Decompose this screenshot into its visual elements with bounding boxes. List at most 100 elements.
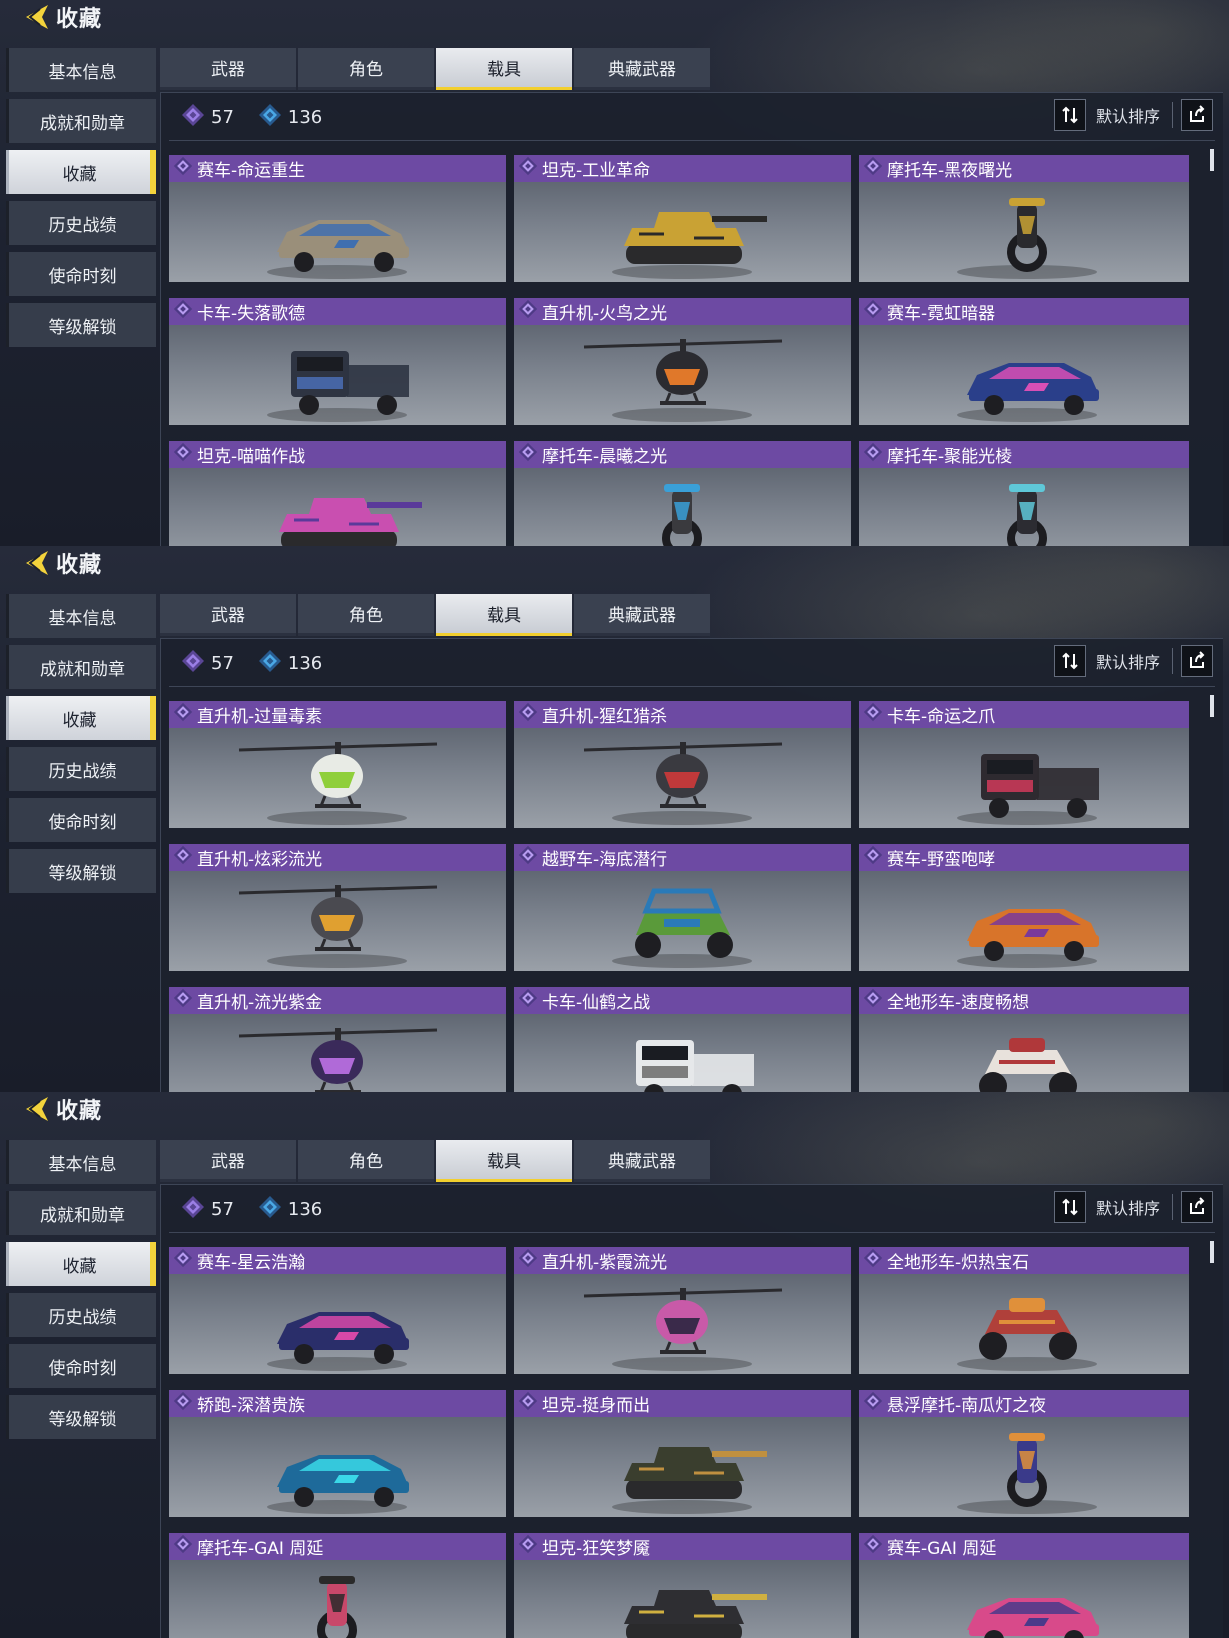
tab[interactable]: 角色 <box>298 1140 434 1182</box>
vehicle-card[interactable]: 直升机-猩红猎杀 <box>514 701 851 828</box>
vehicle-card[interactable]: 坦克-狂笑梦魇 <box>514 1533 851 1638</box>
sidebar-item[interactable]: 基本信息 <box>6 1140 156 1184</box>
vehicle-card[interactable]: 越野车-海底潜行 <box>514 844 851 971</box>
vehicle-card[interactable]: 赛车-野蛮咆哮 <box>859 844 1189 971</box>
sort-label[interactable]: 默认排序 <box>1096 103 1160 127</box>
sidebar-item[interactable]: 历史战绩 <box>6 201 156 245</box>
rarity-diamond-icon <box>173 1248 197 1273</box>
vehicle-card[interactable]: 坦克-工业革命 <box>514 155 851 282</box>
vehicle-card[interactable]: 全地形车-炽热宝石 <box>859 1247 1189 1374</box>
vehicle-thumbnail <box>859 325 1189 425</box>
sidebar-item[interactable]: 等级解锁 <box>6 303 156 347</box>
vehicle-card[interactable]: 直升机-流光紫金 <box>169 987 506 1092</box>
vehicle-name: 卡车-仙鹤之战 <box>542 993 651 1013</box>
sidebar-item[interactable]: 成就和勋章 <box>6 99 156 143</box>
share-icon[interactable] <box>1181 99 1213 131</box>
back-arrow-icon[interactable] <box>18 1 52 33</box>
vehicle-card[interactable]: 摩托车-聚能光棱 <box>859 441 1189 546</box>
sort-arrows-icon[interactable] <box>1053 645 1086 677</box>
sidebar-item[interactable]: 基本信息 <box>6 48 156 92</box>
vehicle-thumbnail <box>514 325 851 425</box>
purple-count-value: 57 <box>211 1198 234 1220</box>
tab[interactable]: 武器 <box>160 1140 296 1182</box>
sidebar: 基本信息成就和勋章收藏历史战绩使命时刻等级解锁 <box>6 48 156 354</box>
divider <box>169 1232 1215 1233</box>
scroll-thumb[interactable] <box>1210 149 1214 171</box>
scroll-thumb[interactable] <box>1210 1241 1214 1263</box>
scrollbar[interactable] <box>1209 141 1215 541</box>
sidebar-item[interactable]: 使命时刻 <box>6 252 156 296</box>
vehicle-card[interactable]: 赛车-霓虹暗器 <box>859 298 1189 425</box>
sidebar-item[interactable]: 等级解锁 <box>6 849 156 893</box>
title-bar: 收藏 <box>18 1092 102 1126</box>
vehicle-card[interactable]: 轿跑-深潜贵族 <box>169 1390 506 1517</box>
share-icon[interactable] <box>1181 1191 1213 1223</box>
vehicle-card[interactable]: 摩托车-黑夜曙光 <box>859 155 1189 282</box>
scroll-thumb[interactable] <box>1210 695 1214 717</box>
vehicle-card[interactable]: 悬浮摩托-南瓜灯之夜 <box>859 1390 1189 1517</box>
vehicle-card-header: 卡车-仙鹤之战 <box>514 987 851 1014</box>
blue-diamond-icon <box>258 1195 282 1223</box>
sidebar-item[interactable]: 基本信息 <box>6 594 156 638</box>
vehicle-card[interactable]: 卡车-命运之爪 <box>859 701 1189 828</box>
back-arrow-icon[interactable] <box>18 547 52 579</box>
sort-arrows-icon[interactable] <box>1053 99 1086 131</box>
tab[interactable]: 载具 <box>436 594 572 636</box>
vehicle-card[interactable]: 赛车-命运重生 <box>169 155 506 282</box>
vehicle-card[interactable]: 赛车-GAI 周延 <box>859 1533 1189 1638</box>
vehicle-name: 摩托车-聚能光棱 <box>887 447 1013 467</box>
vehicle-card[interactable]: 赛车-星云浩瀚 <box>169 1247 506 1374</box>
rarity-diamond-icon <box>863 156 887 181</box>
tab[interactable]: 角色 <box>298 48 434 90</box>
sidebar-item[interactable]: 成就和勋章 <box>6 1191 156 1235</box>
vehicle-thumbnail <box>169 1014 506 1092</box>
vehicle-card[interactable]: 直升机-紫霞流光 <box>514 1247 851 1374</box>
vehicle-card[interactable]: 直升机-炫彩流光 <box>169 844 506 971</box>
tab[interactable]: 典藏武器 <box>574 594 710 636</box>
share-icon[interactable] <box>1181 645 1213 677</box>
sort-arrows-icon[interactable] <box>1053 1191 1086 1223</box>
sidebar-item[interactable]: 历史战绩 <box>6 747 156 791</box>
vehicle-thumbnail <box>859 468 1189 546</box>
sidebar-item[interactable]: 收藏 <box>6 1242 156 1286</box>
vehicle-card[interactable]: 全地形车-速度畅想 <box>859 987 1189 1092</box>
back-arrow-icon[interactable] <box>18 1093 52 1125</box>
vehicle-name: 卡车-失落歌德 <box>197 304 306 324</box>
rarity-diamond-icon <box>518 845 542 870</box>
tab[interactable]: 武器 <box>160 48 296 90</box>
scrollbar[interactable] <box>1209 1233 1215 1633</box>
vehicle-card[interactable]: 摩托车-晨曦之光 <box>514 441 851 546</box>
scrollbar[interactable] <box>1209 687 1215 1087</box>
sort-label[interactable]: 默认排序 <box>1096 649 1160 673</box>
sidebar-item[interactable]: 使命时刻 <box>6 1344 156 1388</box>
sidebar: 基本信息成就和勋章收藏历史战绩使命时刻等级解锁 <box>6 1140 156 1446</box>
sidebar-item[interactable]: 历史战绩 <box>6 1293 156 1337</box>
vehicle-card[interactable]: 坦克-喵喵作战 <box>169 441 506 546</box>
vehicle-card[interactable]: 卡车-仙鹤之战 <box>514 987 851 1092</box>
divider <box>169 140 1215 141</box>
vehicle-card[interactable]: 直升机-火鸟之光 <box>514 298 851 425</box>
category-tabs: 武器 角色 载具 典藏武器 <box>160 48 712 90</box>
sidebar-item[interactable]: 收藏 <box>6 150 156 194</box>
purple-diamond-icon <box>181 103 205 131</box>
vehicle-card[interactable]: 坦克-挺身而出 <box>514 1390 851 1517</box>
tab[interactable]: 典藏武器 <box>574 48 710 90</box>
sidebar-item[interactable]: 收藏 <box>6 696 156 740</box>
vehicle-card[interactable]: 直升机-过量毒素 <box>169 701 506 828</box>
tab[interactable]: 角色 <box>298 594 434 636</box>
tab[interactable]: 载具 <box>436 1140 572 1182</box>
tab[interactable]: 典藏武器 <box>574 1140 710 1182</box>
vehicle-thumbnail <box>514 871 851 971</box>
sidebar-item[interactable]: 等级解锁 <box>6 1395 156 1439</box>
vehicle-card[interactable]: 摩托车-GAI 周延 <box>169 1533 506 1638</box>
rarity-diamond-icon <box>518 988 542 1013</box>
vehicle-card[interactable]: 卡车-失落歌德 <box>169 298 506 425</box>
sort-label[interactable]: 默认排序 <box>1096 1195 1160 1219</box>
rarity-diamond-icon <box>518 442 542 467</box>
tab[interactable]: 武器 <box>160 594 296 636</box>
sort-controls: 默认排序 <box>1053 645 1213 677</box>
sidebar-item[interactable]: 使命时刻 <box>6 798 156 842</box>
sidebar-item[interactable]: 成就和勋章 <box>6 645 156 689</box>
tab[interactable]: 载具 <box>436 48 572 90</box>
vehicle-card-header: 直升机-猩红猎杀 <box>514 701 851 728</box>
